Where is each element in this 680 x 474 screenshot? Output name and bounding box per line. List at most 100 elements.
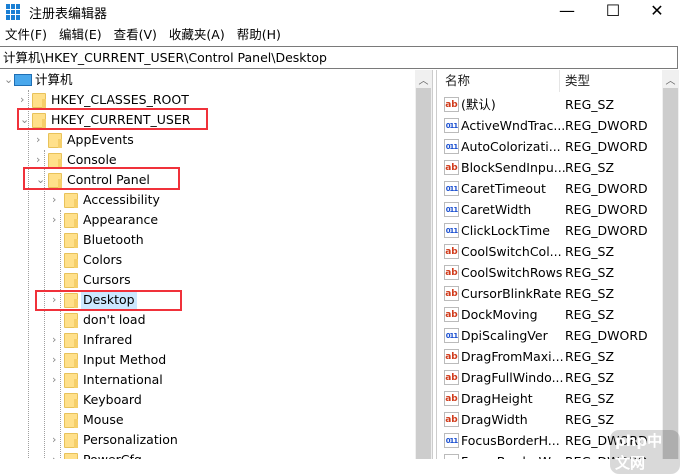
maximize-button[interactable]: ☐ — [590, 0, 636, 24]
tree-node[interactable]: don't load — [0, 310, 415, 330]
tree-node[interactable]: Mouse — [0, 410, 415, 430]
tree-node[interactable]: Cursors — [0, 270, 415, 290]
tree-node[interactable]: › Accessibility — [0, 190, 415, 210]
value-type: REG_SZ — [565, 97, 615, 112]
list-item[interactable]: 011 DpiScalingVer REG_DWORD — [437, 325, 662, 346]
menu-favorites[interactable]: 收藏夹(A) — [164, 26, 232, 44]
list-item[interactable]: ab (默认) REG_SZ — [437, 94, 662, 115]
value-type: REG_DWORD — [565, 202, 648, 217]
tree-node[interactable]: › International — [0, 370, 415, 390]
value-type: REG_SZ — [565, 412, 615, 427]
value-name: FocusBorderH... — [461, 433, 560, 448]
value-type: REG_DWORD — [565, 223, 648, 238]
tree-node[interactable]: Keyboard — [0, 390, 415, 410]
list-item[interactable]: 011 AutoColorizati... REG_DWORD — [437, 136, 662, 157]
tree-node-label: Bluetooth — [83, 232, 144, 247]
list-item[interactable]: ab CoolSwitchCol... REG_SZ — [437, 241, 662, 262]
chevron-right-icon[interactable]: › — [52, 210, 62, 230]
list-item[interactable]: ab DragFullWindo... REG_SZ — [437, 367, 662, 388]
chevron-down-icon[interactable]: ⌄ — [4, 70, 14, 90]
chevron-right-icon[interactable]: › — [52, 330, 62, 350]
chevron-right-icon[interactable]: › — [52, 190, 62, 210]
list-item[interactable]: ab DragWidth REG_SZ — [437, 409, 662, 430]
tree-node[interactable]: › AppEvents — [0, 130, 415, 150]
address-bar[interactable]: 计算机\HKEY_CURRENT_USER\Control Panel\Desk… — [0, 46, 678, 69]
watermark: php中文网 — [610, 430, 680, 474]
close-button[interactable]: ✕ — [634, 0, 680, 24]
tree-node[interactable]: › Input Method — [0, 350, 415, 370]
list-item[interactable]: 011 CaretTimeout REG_DWORD — [437, 178, 662, 199]
menu-file[interactable]: 文件(F) — [0, 26, 54, 44]
tree-node[interactable]: Bluetooth — [0, 230, 415, 250]
column-type-header[interactable]: 类型 — [565, 70, 590, 92]
list-item[interactable]: ab CoolSwitchRows REG_SZ — [437, 262, 662, 283]
string-value-icon: ab — [444, 97, 459, 112]
tree-node-label: don't load — [83, 312, 146, 327]
folder-icon — [64, 453, 78, 459]
tree-node-label: Keyboard — [83, 392, 142, 407]
tree-node[interactable]: › HKEY_CLASSES_ROOT — [0, 90, 415, 110]
folder-icon — [48, 153, 62, 168]
tree-node-label: Accessibility — [83, 192, 160, 207]
value-name: (默认) — [461, 97, 496, 112]
tree-node-label: AppEvents — [67, 132, 134, 147]
list-item[interactable]: ab DragHeight REG_SZ — [437, 388, 662, 409]
value-type: REG_DWORD — [565, 139, 648, 154]
list-item[interactable]: ab DockMoving REG_SZ — [437, 304, 662, 325]
value-type: REG_SZ — [565, 370, 615, 385]
list-item[interactable]: ab CursorBlinkRate REG_SZ — [437, 283, 662, 304]
tree-node[interactable]: ⌄ 计算机 — [0, 70, 415, 90]
tree-node[interactable]: › PowerCfg — [0, 450, 415, 459]
list-scrollbar[interactable]: ︿ — [662, 70, 679, 459]
chevron-right-icon[interactable]: › — [36, 130, 46, 150]
list-item[interactable]: ab DragFromMaxi... REG_SZ — [437, 346, 662, 367]
tree-node[interactable]: › Appearance — [0, 210, 415, 230]
menu-bar: 文件(F) 编辑(E) 查看(V) 收藏夹(A) 帮助(H) — [0, 26, 288, 44]
value-name: DockMoving — [461, 307, 538, 322]
folder-icon — [64, 313, 78, 328]
list-item[interactable]: 011 ActiveWndTrac... REG_DWORD — [437, 115, 662, 136]
menu-view[interactable]: 查看(V) — [109, 26, 164, 44]
tree-node-label: Appearance — [83, 212, 159, 227]
minimize-button[interactable]: — — [544, 0, 590, 24]
folder-icon — [64, 373, 78, 388]
chevron-right-icon[interactable]: › — [20, 90, 30, 110]
list-scroll-thumb[interactable] — [663, 88, 678, 459]
chevron-right-icon[interactable]: › — [52, 370, 62, 390]
scroll-up-icon[interactable]: ︿ — [415, 72, 432, 87]
values-list: 名称 类型 ab (默认) REG_SZ 011 ActiveWndTrac... REG… — [437, 70, 662, 459]
string-value-icon: ab — [444, 286, 459, 301]
menu-help[interactable]: 帮助(H) — [232, 26, 288, 44]
value-name: ActiveWndTrac... — [461, 118, 566, 133]
tree-node-label: PowerCfg — [81, 450, 144, 459]
chevron-right-icon[interactable]: › — [52, 430, 62, 450]
value-name: DragWidth — [461, 412, 528, 427]
tree-scroll-thumb[interactable] — [416, 88, 431, 459]
value-type: REG_SZ — [565, 265, 615, 280]
value-name: CoolSwitchCol... — [461, 244, 562, 259]
chevron-right-icon[interactable]: › — [52, 350, 62, 370]
list-item[interactable]: 011 CaretWidth REG_DWORD — [437, 199, 662, 220]
value-name: CoolSwitchRows — [461, 265, 563, 280]
list-item[interactable]: ab BlockSendInpu... REG_SZ — [437, 157, 662, 178]
tree-node[interactable]: › Personalization — [0, 430, 415, 450]
regedit-app-icon — [6, 4, 22, 20]
column-name-header[interactable]: 名称 — [445, 70, 470, 92]
chevron-right-icon[interactable]: › — [52, 450, 62, 459]
tree-node[interactable]: Colors — [0, 250, 415, 270]
value-name: CaretWidth — [461, 202, 532, 217]
value-name: BlockSendInpu... — [461, 160, 566, 175]
binary-value-icon: 011 — [444, 139, 459, 154]
binary-value-icon: 011 — [444, 328, 459, 343]
string-value-icon: ab — [444, 391, 459, 406]
value-type: REG_SZ — [565, 391, 615, 406]
menu-edit[interactable]: 编辑(E) — [54, 26, 109, 44]
value-name: ClickLockTime — [461, 223, 550, 238]
tree-scrollbar[interactable]: ︿ — [415, 70, 432, 459]
tree-node[interactable]: › Infrared — [0, 330, 415, 350]
list-item[interactable]: 011 ClickLockTime REG_DWORD — [437, 220, 662, 241]
scroll-up-icon[interactable]: ︿ — [662, 72, 679, 87]
folder-icon — [64, 253, 78, 268]
highlight-control-panel — [23, 167, 180, 190]
tree-node-label: Input Method — [83, 352, 167, 367]
